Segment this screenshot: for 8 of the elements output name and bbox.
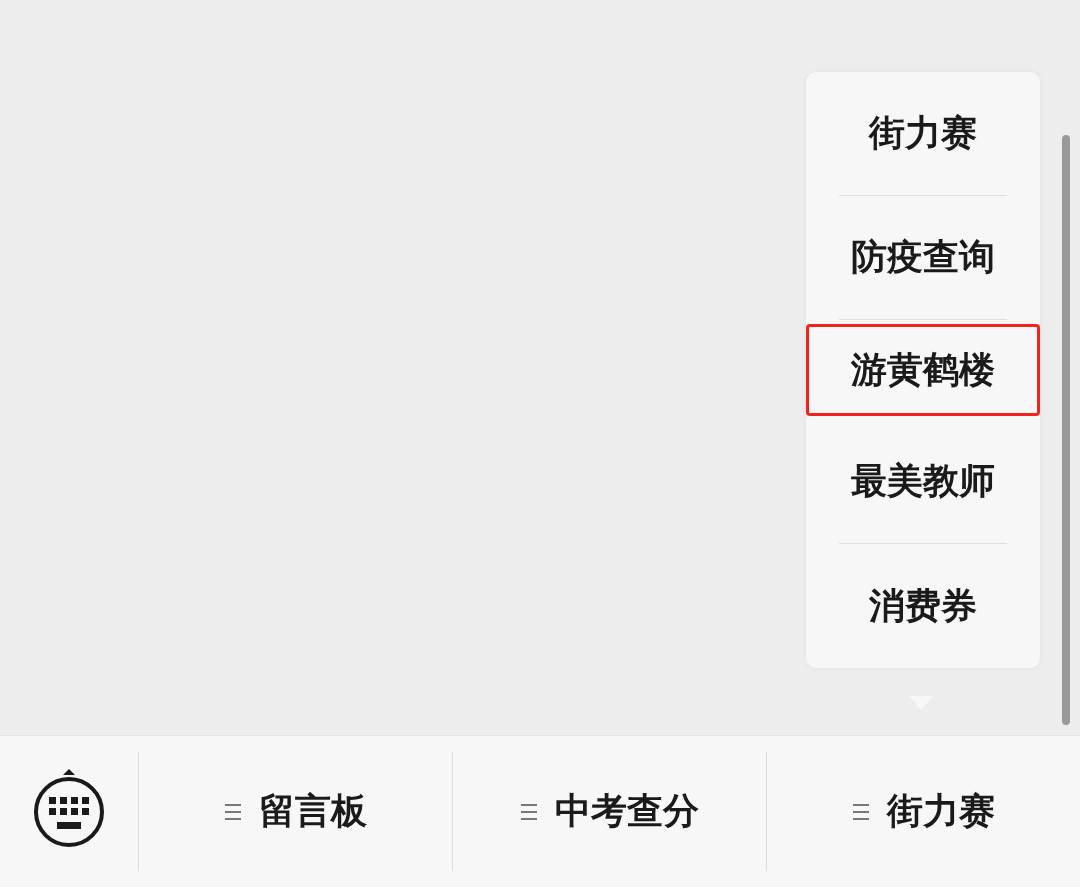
- menu-item[interactable]: 游黄鹤楼: [806, 324, 1040, 416]
- menu-tab[interactable]: 街力赛: [766, 752, 1080, 871]
- menu-item[interactable]: 街力赛: [839, 72, 1007, 196]
- menu-tab[interactable]: 中考查分: [452, 752, 766, 871]
- menu-item[interactable]: 最美教师: [839, 420, 1007, 544]
- menu-tab[interactable]: 留言板: [138, 752, 452, 871]
- menu-item[interactable]: 防疫查询: [839, 196, 1007, 320]
- menu-item[interactable]: 消费券: [839, 544, 1007, 668]
